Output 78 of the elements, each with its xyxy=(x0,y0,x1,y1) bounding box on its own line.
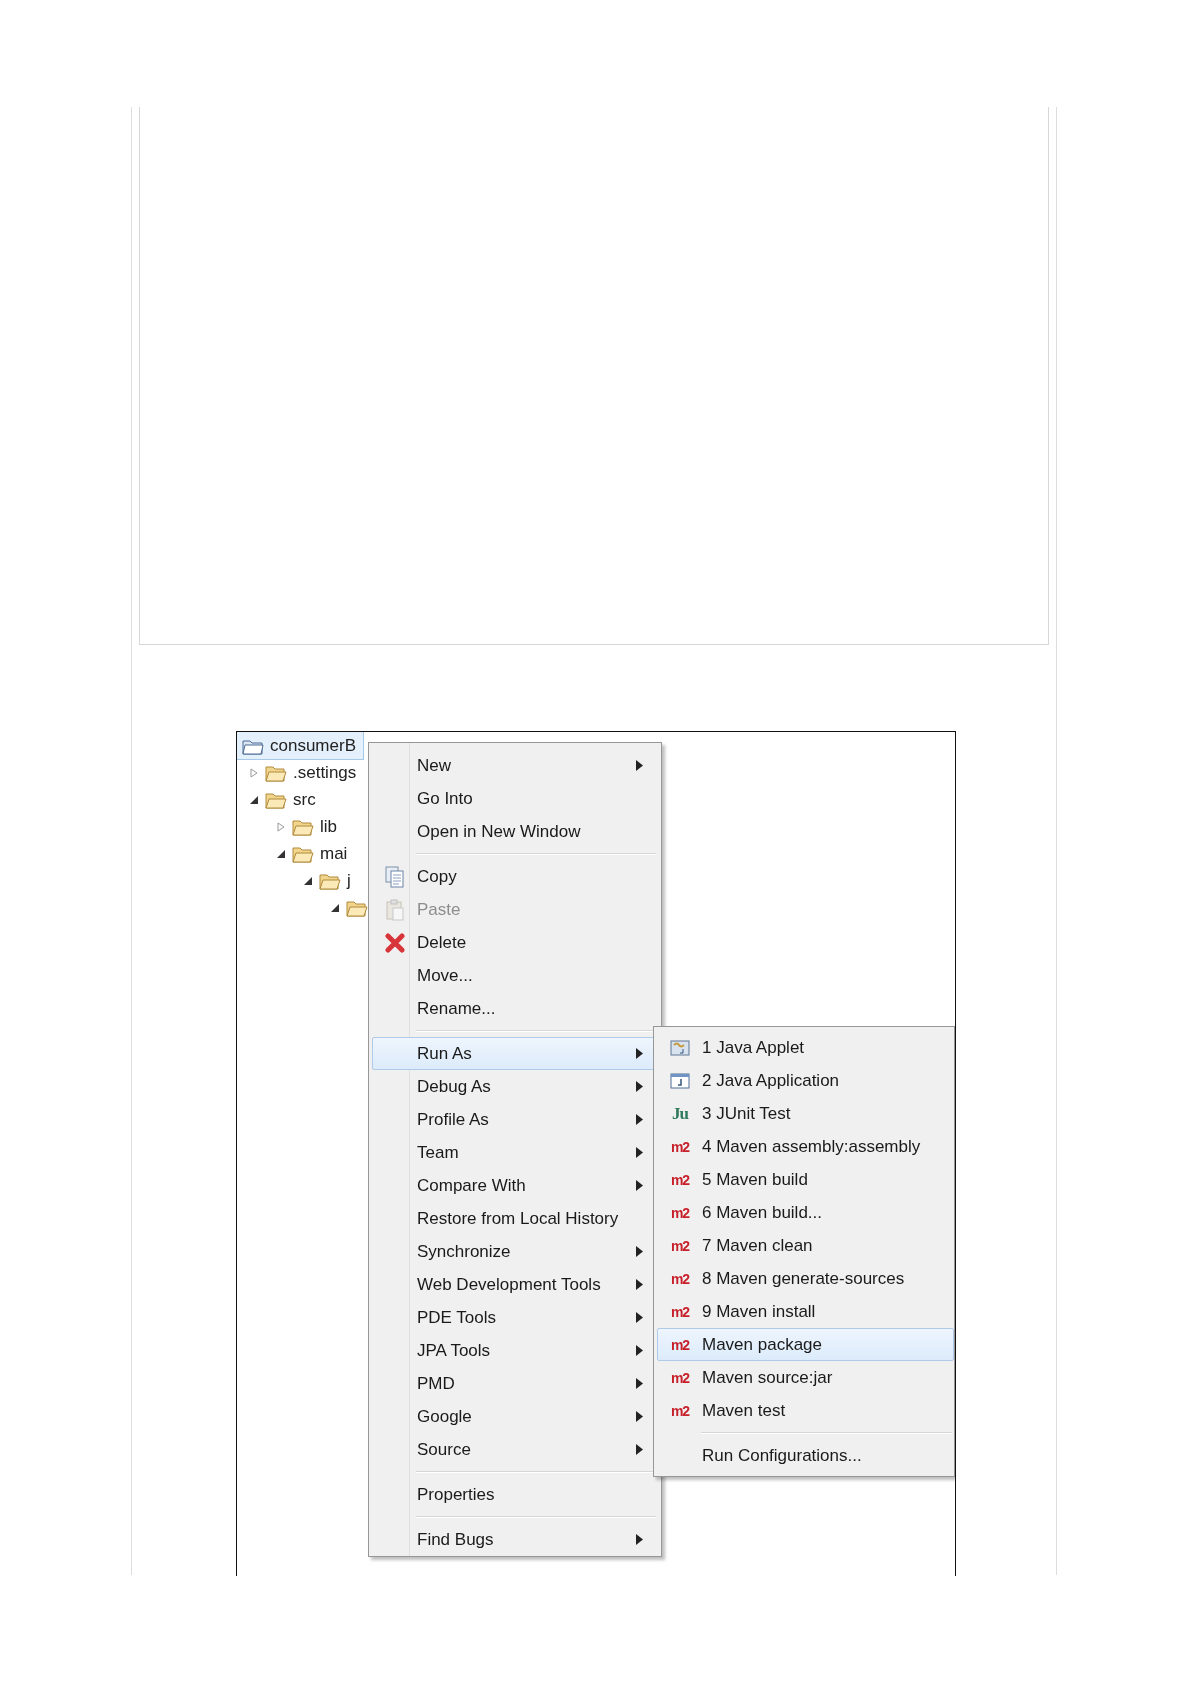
badge-icon: m2 xyxy=(670,1369,690,1386)
submenu-arrow-icon xyxy=(636,1444,643,1455)
menu-item[interactable]: Source xyxy=(372,1433,658,1466)
tree-item[interactable]: mai xyxy=(237,840,352,867)
badge-icon: Ju xyxy=(672,1103,688,1124)
submenu-arrow-icon xyxy=(636,1312,643,1323)
menu-item[interactable]: Ju 3 JUnit Test xyxy=(657,1097,954,1130)
menu-item[interactable]: Web Development Tools xyxy=(372,1268,658,1301)
menu-item[interactable]: PDE Tools xyxy=(372,1301,658,1334)
tree-item[interactable]: .settings xyxy=(237,759,361,786)
menu-item[interactable]: Team xyxy=(372,1136,658,1169)
menu-item[interactable]: PMD xyxy=(372,1367,658,1400)
menu-item[interactable]: m2 9 Maven install xyxy=(657,1295,954,1328)
menu-item[interactable]: Go Into xyxy=(372,782,658,815)
submenu-arrow-icon xyxy=(636,1378,643,1389)
tree-item[interactable]: lib xyxy=(237,813,341,840)
submenu-arrow-icon xyxy=(636,1114,643,1125)
folder-icon xyxy=(319,871,341,890)
folder-icon xyxy=(346,898,368,917)
menu-item[interactable]: Move... xyxy=(372,959,658,992)
menu-item[interactable]: Compare With xyxy=(372,1169,658,1202)
menu-item[interactable]: New xyxy=(372,749,658,782)
submenu-arrow-icon xyxy=(636,1048,643,1059)
menu-item[interactable]: m2 6 Maven build... xyxy=(657,1196,954,1229)
menu-item[interactable]: Profile As xyxy=(372,1103,658,1136)
window-icon xyxy=(670,1072,690,1089)
badge-icon: m2 xyxy=(670,1171,690,1188)
folder-icon xyxy=(292,817,314,836)
menu-item[interactable]: m2 7 Maven clean xyxy=(657,1229,954,1262)
folder-icon xyxy=(265,763,287,782)
delete-icon xyxy=(385,932,405,953)
menu-item[interactable]: Copy xyxy=(372,860,658,893)
menu-item[interactable]: m2 Maven test xyxy=(657,1394,954,1427)
menu-item[interactable]: 2 Java Application xyxy=(657,1064,954,1097)
submenu-arrow-icon xyxy=(636,1279,643,1290)
menu-item[interactable]: 1 Java Applet xyxy=(657,1031,954,1064)
folder-icon xyxy=(265,790,287,809)
menu-item[interactable]: Properties xyxy=(372,1478,658,1511)
applet-icon xyxy=(670,1039,690,1056)
menu-item[interactable]: m2 4 Maven assembly:assembly xyxy=(657,1130,954,1163)
folder-icon xyxy=(292,844,314,863)
badge-icon: m2 xyxy=(670,1270,690,1287)
badge-icon: m2 xyxy=(670,1303,690,1320)
menu-item[interactable]: Find Bugs xyxy=(372,1523,658,1556)
menu-item[interactable]: m2 Maven source:jar xyxy=(657,1361,954,1394)
tree-item[interactable]: consumerB xyxy=(237,732,363,759)
badge-icon: m2 xyxy=(670,1402,690,1419)
submenu-arrow-icon xyxy=(636,760,643,771)
badge-icon: m2 xyxy=(670,1237,690,1254)
expanded-arrow-icon[interactable] xyxy=(303,875,313,886)
menu-item[interactable]: m2 Maven package xyxy=(657,1328,954,1361)
menu-item[interactable]: m2 5 Maven build xyxy=(657,1163,954,1196)
tree-item[interactable]: j xyxy=(237,867,355,894)
expanded-arrow-icon[interactable] xyxy=(276,848,286,859)
submenu-arrow-icon xyxy=(636,1147,643,1158)
copy-icon xyxy=(385,865,405,888)
menu-item[interactable]: Delete xyxy=(372,926,658,959)
menu-item[interactable]: Run Configurations... xyxy=(657,1439,954,1472)
badge-icon: m2 xyxy=(670,1138,690,1155)
menu-item[interactable]: Open in New Window xyxy=(372,815,658,848)
submenu-arrow-icon xyxy=(636,1246,643,1257)
submenu-arrow-icon xyxy=(636,1345,643,1356)
paste-icon xyxy=(385,898,405,921)
submenu-arrow-icon xyxy=(636,1534,643,1545)
menu-item[interactable]: Google xyxy=(372,1400,658,1433)
expanded-arrow-icon[interactable] xyxy=(330,902,340,913)
menu-item[interactable]: Synchronize xyxy=(372,1235,658,1268)
badge-icon: m2 xyxy=(670,1336,690,1353)
submenu-arrow-icon xyxy=(636,1180,643,1191)
expanded-arrow-icon[interactable] xyxy=(249,794,259,805)
menu-item[interactable]: JPA Tools xyxy=(372,1334,658,1367)
submenu-arrow-icon xyxy=(636,1411,643,1422)
menu-item[interactable]: Rename... xyxy=(372,992,658,1025)
menu-item[interactable]: m2 8 Maven generate-sources xyxy=(657,1262,954,1295)
submenu-arrow-icon xyxy=(636,1081,643,1092)
tree-item[interactable]: src xyxy=(237,786,320,813)
badge-icon: m2 xyxy=(670,1204,690,1221)
menu-item[interactable]: Debug As xyxy=(372,1070,658,1103)
